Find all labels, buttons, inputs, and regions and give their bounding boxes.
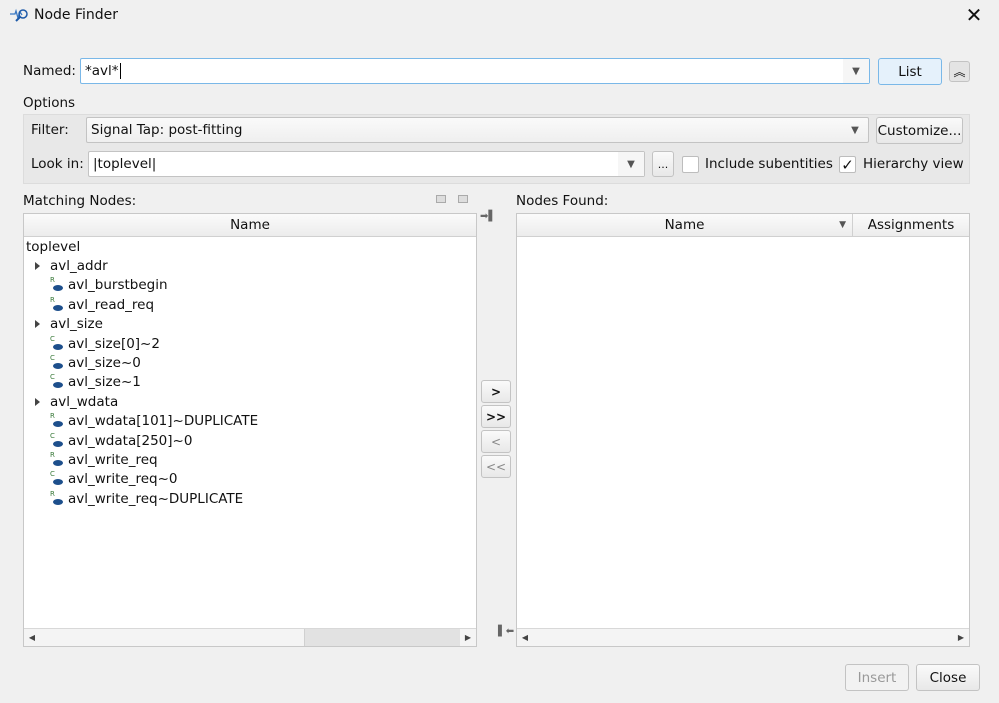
add-to-found-icon[interactable]: ➡▌ [480, 211, 496, 222]
tree-node-label: avl_addr [50, 257, 108, 274]
combinational-node-icon: C [50, 373, 63, 389]
expand-arrow-icon[interactable] [35, 261, 40, 270]
list-button[interactable]: List [878, 58, 942, 85]
lookin-label: Look in: [31, 156, 84, 172]
collapse-all-icon[interactable] [458, 195, 468, 203]
tree-node[interactable]: Ravl_write_req [50, 450, 158, 469]
close-button[interactable]: Close [916, 664, 980, 691]
include-subentities-checkbox[interactable] [682, 156, 699, 173]
tree-node-label: avl_size[0]~2 [68, 335, 160, 352]
tree-node-label: avl_wdata[250]~0 [68, 432, 193, 449]
register-node-icon: R [50, 451, 63, 467]
chevron-down-icon[interactable]: ▼ [618, 152, 644, 176]
combinational-node-icon: C [50, 470, 63, 486]
nodes-found-label: Nodes Found: [516, 193, 609, 209]
matching-nodes-label: Matching Nodes: [23, 193, 137, 209]
expand-all-icon[interactable] [436, 195, 446, 203]
tree-node[interactable]: Cavl_size[0]~2 [50, 334, 160, 353]
hierarchy-view-checkbox[interactable]: ✓ [839, 155, 856, 174]
add-all-button[interactable]: >> [481, 405, 511, 428]
tree-node-label: avl_burstbegin [68, 277, 168, 294]
chevron-down-icon[interactable]: ▼ [843, 59, 869, 83]
tree-node[interactable]: toplevel [26, 237, 80, 256]
expand-arrow-icon[interactable] [35, 320, 40, 329]
scroll-right-icon[interactable]: ▶ [953, 629, 969, 646]
horizontal-scrollbar[interactable]: ◀ ▶ [517, 628, 969, 646]
nodes-found-list[interactable]: Name ▼ Assignments ◀ ▶ [516, 213, 970, 647]
register-node-icon: R [50, 276, 63, 292]
name-column-header[interactable]: Name [24, 214, 476, 237]
insert-button: Insert [845, 664, 909, 691]
lookin-input[interactable]: |toplevel| ▼ [88, 151, 645, 177]
named-value[interactable]: *avl* [85, 63, 119, 79]
register-node-icon: R [50, 490, 63, 506]
filter-label: Filter: [31, 122, 69, 138]
close-icon[interactable]: ✕ [962, 2, 986, 28]
tree-node-label: avl_wdata [50, 393, 119, 410]
tree-node[interactable]: Ravl_read_req [50, 295, 154, 314]
remove-all-button: << [481, 455, 511, 478]
include-subentities-label[interactable]: Include subentities [705, 156, 833, 172]
combinational-node-icon: C [50, 335, 63, 351]
tree-node[interactable]: Ravl_write_req~DUPLICATE [50, 489, 243, 508]
filter-select[interactable]: Signal Tap: post-fitting ▼ [86, 117, 869, 143]
customize-button[interactable]: Customize... [876, 117, 963, 144]
copy-to-named-icon[interactable]: ▌⬅ [498, 626, 514, 637]
scrollbar-thumb[interactable] [304, 629, 460, 646]
tree-node-label: avl_write_req~DUPLICATE [68, 490, 244, 507]
tree-node-label: avl_read_req [68, 296, 155, 313]
horizontal-scrollbar[interactable]: ◀ ▶ [24, 628, 476, 646]
tree-node[interactable]: Cavl_size~0 [50, 353, 141, 372]
tree-node[interactable]: Cavl_size~1 [50, 373, 141, 392]
tree-node[interactable]: avl_wdata [35, 392, 118, 411]
named-label: Named: [23, 63, 76, 79]
register-node-icon: R [50, 296, 63, 312]
options-label: Options [23, 95, 76, 111]
scroll-left-icon[interactable]: ◀ [517, 629, 533, 646]
chevron-down-icon[interactable]: ▼ [842, 118, 868, 142]
name-column-header[interactable]: Name ▼ [517, 214, 853, 236]
combinational-node-icon: C [50, 354, 63, 370]
tree-node-label: avl_wdata[101]~DUPLICATE [68, 413, 259, 430]
tree-node[interactable]: Ravl_wdata[101]~DUPLICATE [50, 412, 258, 431]
tree-node-label: avl_size~1 [68, 374, 141, 391]
tree-node-label: avl_write_req~0 [68, 471, 178, 488]
sort-down-icon: ▼ [839, 220, 846, 230]
hierarchy-view-label[interactable]: Hierarchy view [863, 156, 964, 172]
double-chevron-up-icon[interactable]: ︽ [949, 61, 970, 82]
scroll-right-icon[interactable]: ▶ [460, 629, 476, 646]
tree-node[interactable]: Cavl_write_req~0 [50, 470, 177, 489]
tree-node[interactable]: avl_addr [35, 256, 108, 275]
matching-nodes-tree[interactable]: Name toplevel avl_addr Ravl_burstbegin Ravl… [23, 213, 477, 647]
lookin-value[interactable]: |toplevel| [93, 156, 156, 172]
tree-node-label: avl_size [50, 316, 103, 333]
window-title: Node Finder [34, 7, 119, 23]
check-icon: ✓ [841, 155, 854, 174]
tree-node[interactable]: Cavl_wdata[250]~0 [50, 431, 192, 450]
expand-arrow-icon[interactable] [35, 397, 40, 406]
tree-node[interactable]: avl_size [35, 315, 103, 334]
combinational-node-icon: C [50, 432, 63, 448]
filter-value: Signal Tap: post-fitting [91, 122, 243, 138]
remove-button: < [481, 430, 511, 453]
tree-node-label: toplevel [26, 238, 81, 255]
assignments-column-header[interactable]: Assignments [853, 217, 969, 233]
window-icon [9, 8, 29, 22]
register-node-icon: R [50, 412, 63, 428]
scroll-left-icon[interactable]: ◀ [24, 629, 40, 646]
tree-node-label: avl_size~0 [68, 354, 141, 371]
tree-node-label: avl_write_req [68, 451, 158, 468]
browse-button[interactable]: ... [652, 151, 674, 177]
add-button[interactable]: > [481, 380, 511, 403]
named-input[interactable]: *avl* ▼ [80, 58, 870, 84]
tree-node[interactable]: Ravl_burstbegin [50, 276, 168, 295]
